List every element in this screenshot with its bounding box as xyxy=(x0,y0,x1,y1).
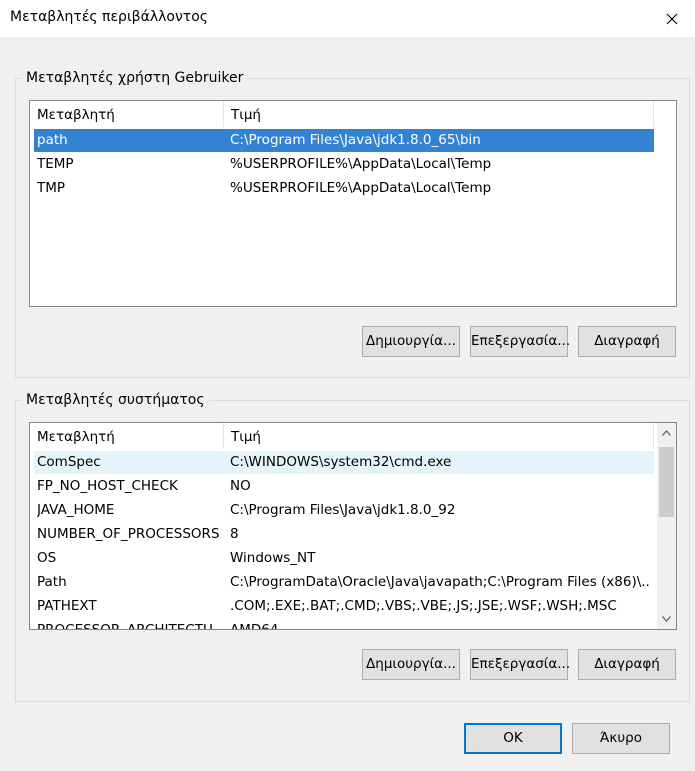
system-new-button[interactable]: Δημιουργία... xyxy=(362,649,460,680)
list-header: Μεταβλητή Τιμή xyxy=(30,423,676,449)
user-variables-list[interactable]: Μεταβλητή Τιμή path C:\Program Files\Jav… xyxy=(29,100,677,307)
user-variables-title: Μεταβλητές χρήστη Gebruiker xyxy=(22,69,248,87)
system-variables-title: Μεταβλητές συστήματος xyxy=(22,391,209,409)
variable-value: AMD64 xyxy=(230,622,279,630)
system-edit-button[interactable]: Επεξεργασία... xyxy=(470,649,570,680)
variable-name: TMP xyxy=(37,180,66,196)
table-row[interactable]: PATHEXT .COM;.EXE;.BAT;.CMD;.VBS;.VBE;.J… xyxy=(34,595,654,618)
variable-value: .COM;.EXE;.BAT;.CMD;.VBS;.VBE;.JS;.JSE;.… xyxy=(230,598,617,614)
vertical-scrollbar[interactable] xyxy=(657,423,676,629)
table-row[interactable]: TMP %USERPROFILE%\AppData\Local\Temp xyxy=(34,177,654,200)
user-delete-button[interactable]: Διαγραφή xyxy=(578,326,676,357)
table-row[interactable]: Path C:\ProgramData\Oracle\Java\javapath… xyxy=(34,571,654,594)
variable-name: FP_NO_HOST_CHECK xyxy=(37,478,178,494)
table-row[interactable]: path C:\Program Files\Java\jdk1.8.0_65\b… xyxy=(34,129,654,152)
chevron-up-icon xyxy=(662,430,671,436)
variable-value: 8 xyxy=(230,526,239,542)
variable-name: Path xyxy=(37,574,67,590)
window-title: Μεταβλητές περιβάλλοντος xyxy=(10,9,209,25)
variable-name: NUMBER_OF_PROCESSORS xyxy=(37,526,220,542)
table-row[interactable]: ComSpec C:\WINDOWS\system32\cmd.exe xyxy=(34,451,654,474)
variable-value: C:\Program Files\Java\jdk1.8.0_92 xyxy=(230,502,456,518)
user-edit-button[interactable]: Επεξεργασία... xyxy=(470,326,570,357)
variable-name: ComSpec xyxy=(37,454,101,470)
cancel-button[interactable]: Άκυρο xyxy=(572,723,670,754)
table-row[interactable]: JAVA_HOME C:\Program Files\Java\jdk1.8.0… xyxy=(34,499,654,522)
variable-name: TEMP xyxy=(37,156,74,172)
chevron-down-icon xyxy=(662,616,671,622)
table-row[interactable]: FP_NO_HOST_CHECK NO xyxy=(34,475,654,498)
column-header-value[interactable]: Τιμή xyxy=(224,101,654,127)
column-header-variable[interactable]: Μεταβλητή xyxy=(30,101,224,127)
variable-name: PATHEXT xyxy=(37,598,97,614)
column-header-value[interactable]: Τιμή xyxy=(224,423,654,449)
system-delete-button[interactable]: Διαγραφή xyxy=(578,649,676,680)
variable-value: NO xyxy=(230,478,251,494)
close-button[interactable] xyxy=(649,0,695,37)
scroll-down-button[interactable] xyxy=(657,610,676,628)
variable-value: %USERPROFILE%\AppData\Local\Temp xyxy=(230,156,492,172)
variable-name: OS xyxy=(37,550,57,566)
variable-value: C:\WINDOWS\system32\cmd.exe xyxy=(230,454,452,470)
variable-name: path xyxy=(37,132,68,148)
variable-value: C:\ProgramData\Oracle\Java\javapath;C:\P… xyxy=(230,574,650,590)
variable-value: %USERPROFILE%\AppData\Local\Temp xyxy=(230,180,492,196)
table-row[interactable]: OS Windows_NT xyxy=(34,547,654,570)
user-new-button[interactable]: Δημιουργία... xyxy=(362,326,460,357)
variable-name: JAVA_HOME xyxy=(37,502,115,518)
column-header-variable[interactable]: Μεταβλητή xyxy=(30,423,224,449)
scroll-thumb[interactable] xyxy=(659,447,674,517)
table-row[interactable]: TEMP %USERPROFILE%\AppData\Local\Temp xyxy=(34,153,654,176)
list-header: Μεταβλητή Τιμή xyxy=(30,101,676,127)
variable-value: Windows_NT xyxy=(230,550,316,566)
variable-name: PROCESSOR_ARCHITECTU... xyxy=(37,622,222,630)
title-bar: Μεταβλητές περιβάλλοντος xyxy=(0,0,695,37)
ok-button[interactable]: OK xyxy=(464,723,562,754)
system-variables-list[interactable]: Μεταβλητή Τιμή ComSpec C:\WINDOWS\system… xyxy=(29,422,677,630)
table-row[interactable]: NUMBER_OF_PROCESSORS 8 xyxy=(34,523,654,546)
variable-value: C:\Program Files\Java\jdk1.8.0_65\bin xyxy=(230,132,481,148)
table-row[interactable]: PROCESSOR_ARCHITECTU... AMD64 xyxy=(34,619,654,630)
scroll-up-button[interactable] xyxy=(657,424,676,442)
close-icon xyxy=(666,13,678,24)
